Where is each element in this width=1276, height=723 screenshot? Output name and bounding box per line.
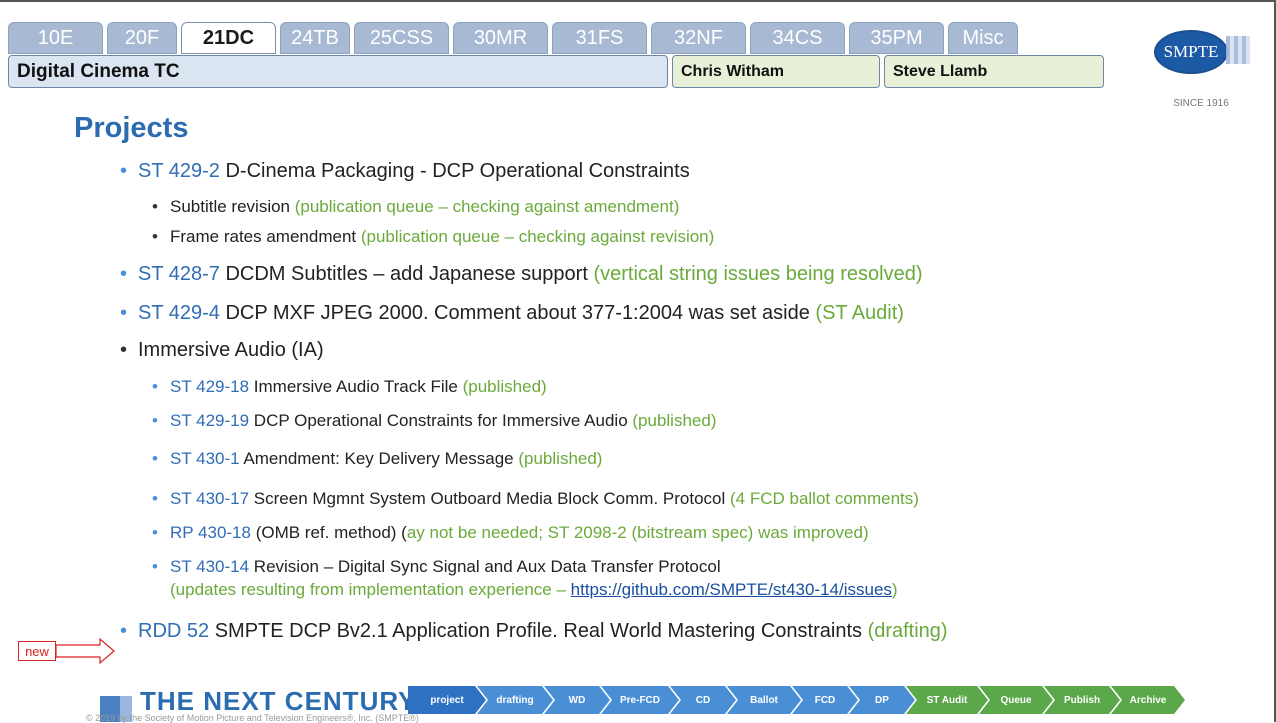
- project-ref: RDD 52: [138, 620, 210, 642]
- project-status: (publication queue – checking against am…: [294, 197, 680, 216]
- tab-30mr[interactable]: 30MR: [453, 22, 548, 54]
- list-item: • ST 430-14 Revision – Digital Sync Signa…: [152, 557, 721, 577]
- tab-20f[interactable]: 20F: [107, 22, 177, 54]
- project-desc: Subtitle revision: [170, 197, 295, 216]
- bullet: •: [152, 523, 158, 542]
- project-desc: Immersive Audio Track File: [249, 377, 463, 396]
- bullet: •: [120, 302, 128, 324]
- project-status: ay not be needed; ST 2098-2 (bitstream s…: [406, 523, 869, 542]
- issues-link[interactable]: https://github.com/SMPTE/st430-14/issues: [571, 580, 892, 599]
- project-status: (published): [518, 449, 603, 468]
- tab-24tb[interactable]: 24TB: [280, 22, 350, 54]
- logo-pattern: [1226, 36, 1250, 64]
- project-ref: ST 429-2: [138, 160, 220, 182]
- project-ref: ST 430-1: [170, 449, 240, 468]
- stage-drafting: drafting: [477, 686, 553, 714]
- stage-queue: Queue: [979, 686, 1053, 714]
- stage-publish: Publish: [1044, 686, 1120, 714]
- stage-ballot: Ballot: [727, 686, 801, 714]
- bullet: •: [120, 160, 128, 182]
- project-ref: ST 429-19: [170, 411, 250, 430]
- workflow-stages: project drafting WD Pre-FCD CD Ballot FC…: [408, 686, 1176, 714]
- list-item: • ST 429-4 DCP MXF JPEG 2000. Comment abo…: [120, 302, 904, 325]
- new-badge: new: [18, 641, 56, 661]
- tab-32nf[interactable]: 32NF: [651, 22, 746, 54]
- smpte-logo-mark: SMPTE: [1154, 30, 1228, 74]
- smpte-logo: SMPTE SINCE 1916: [1146, 22, 1256, 112]
- page-title: Projects: [74, 112, 189, 144]
- bullet: •: [152, 377, 158, 396]
- top-border: [0, 0, 1276, 2]
- list-item: • Immersive Audio (IA): [120, 339, 324, 362]
- project-status: (publication queue – checking against re…: [360, 227, 715, 246]
- stage-archive: Archive: [1111, 686, 1185, 714]
- stage-dp: DP: [849, 686, 915, 714]
- list-item: • RP 430-18 (OMB ref. method) (ay not be …: [152, 523, 869, 543]
- list-item: • Frame rates amendment (publication queu…: [152, 227, 714, 247]
- stage-wd: WD: [544, 686, 610, 714]
- chair-name: Chris Witham: [672, 55, 880, 88]
- bullet: •: [152, 411, 158, 430]
- project-desc: DCP MXF JPEG 2000. Comment about 377-1:2…: [219, 302, 816, 324]
- tab-34cs[interactable]: 34CS: [750, 22, 845, 54]
- bullet: •: [120, 263, 128, 285]
- list-item: • ST 429-18 Immersive Audio Track File (p…: [152, 377, 547, 397]
- project-status: (updates resulting from implementation e…: [170, 580, 571, 599]
- project-desc: Frame rates amendment: [170, 227, 361, 246]
- stage-cd: CD: [670, 686, 736, 714]
- cochair-name: Steve Llamb: [884, 55, 1104, 88]
- committee-name: Digital Cinema TC: [8, 55, 668, 88]
- tab-35pm[interactable]: 35PM: [849, 22, 944, 54]
- stage-pre-fcd: Pre-FCD: [601, 686, 679, 714]
- tab-25css[interactable]: 25CSS: [354, 22, 449, 54]
- project-desc: Amendment: Key Delivery Message: [239, 449, 519, 468]
- project-desc: Immersive Audio (IA): [138, 339, 324, 361]
- project-desc: (OMB ref. method) (: [250, 523, 407, 542]
- project-desc: Screen Mgmnt System Outboard Media Block…: [249, 489, 730, 508]
- project-status: (drafting): [867, 620, 948, 642]
- bullet: •: [152, 557, 158, 576]
- stage-st-audit: ST Audit: [906, 686, 988, 714]
- list-item: • ST 430-1 Amendment: Key Delivery Messag…: [152, 449, 602, 469]
- tab-21dc[interactable]: 21DC: [181, 22, 276, 54]
- tab-10e[interactable]: 10E: [8, 22, 103, 54]
- tab-misc[interactable]: Misc: [948, 22, 1018, 54]
- bullet: •: [152, 449, 158, 468]
- list-item: • ST 430-17 Screen Mgmnt System Outboard …: [152, 489, 919, 509]
- project-desc: D-Cinema Packaging - DCP Operational Con…: [219, 160, 690, 182]
- committee-tabs: 10E 20F 21DC 24TB 25CSS 30MR 31FS 32NF 3…: [8, 22, 1022, 54]
- list-item: • ST 429-19 DCP Operational Constraints f…: [152, 411, 716, 431]
- project-status: (published): [632, 411, 717, 430]
- project-status-end: ): [891, 580, 898, 599]
- tab-31fs[interactable]: 31FS: [552, 22, 647, 54]
- bullet: •: [152, 489, 158, 508]
- project-desc: DCDM Subtitles – add Japanese support: [219, 263, 594, 285]
- project-status: (4 FCD ballot comments): [729, 489, 919, 508]
- project-ref: RP 430-18: [170, 523, 251, 542]
- project-desc: DCP Operational Constraints for Immersiv…: [249, 411, 633, 430]
- list-item-continuation: (updates resulting from implementation e…: [170, 580, 898, 600]
- bullet: •: [120, 339, 128, 361]
- list-item: • ST 429-2 D-Cinema Packaging - DCP Opera…: [120, 160, 690, 183]
- bullet: •: [152, 197, 158, 216]
- project-ref: ST 428-7: [138, 263, 220, 285]
- project-ref: ST 430-14: [170, 557, 250, 576]
- bullet: •: [152, 227, 158, 246]
- project-desc: Revision – Digital Sync Signal and Aux D…: [249, 557, 721, 576]
- project-status: (vertical string issues being resolved): [593, 263, 923, 285]
- list-item: • RDD 52 SMPTE DCP Bv2.1 Application Prof…: [120, 620, 948, 643]
- project-desc: SMPTE DCP Bv2.1 Application Profile. Rea…: [209, 620, 868, 642]
- project-status: (ST Audit): [815, 302, 904, 324]
- project-ref: ST 430-17: [170, 489, 250, 508]
- project-ref: ST 429-4: [138, 302, 220, 324]
- new-arrow-icon: [56, 637, 115, 665]
- stage-fcd: FCD: [792, 686, 858, 714]
- committee-titlebar: Digital Cinema TC Chris Witham Steve Lla…: [8, 55, 1104, 88]
- list-item: • ST 428-7 DCDM Subtitles – add Japanese …: [120, 263, 922, 286]
- stage-project: project: [408, 686, 486, 714]
- logo-since: SINCE 1916: [1173, 98, 1229, 109]
- list-item: • Subtitle revision (publication queue – …: [152, 197, 679, 217]
- project-ref: ST 429-18: [170, 377, 250, 396]
- project-status: (published): [462, 377, 547, 396]
